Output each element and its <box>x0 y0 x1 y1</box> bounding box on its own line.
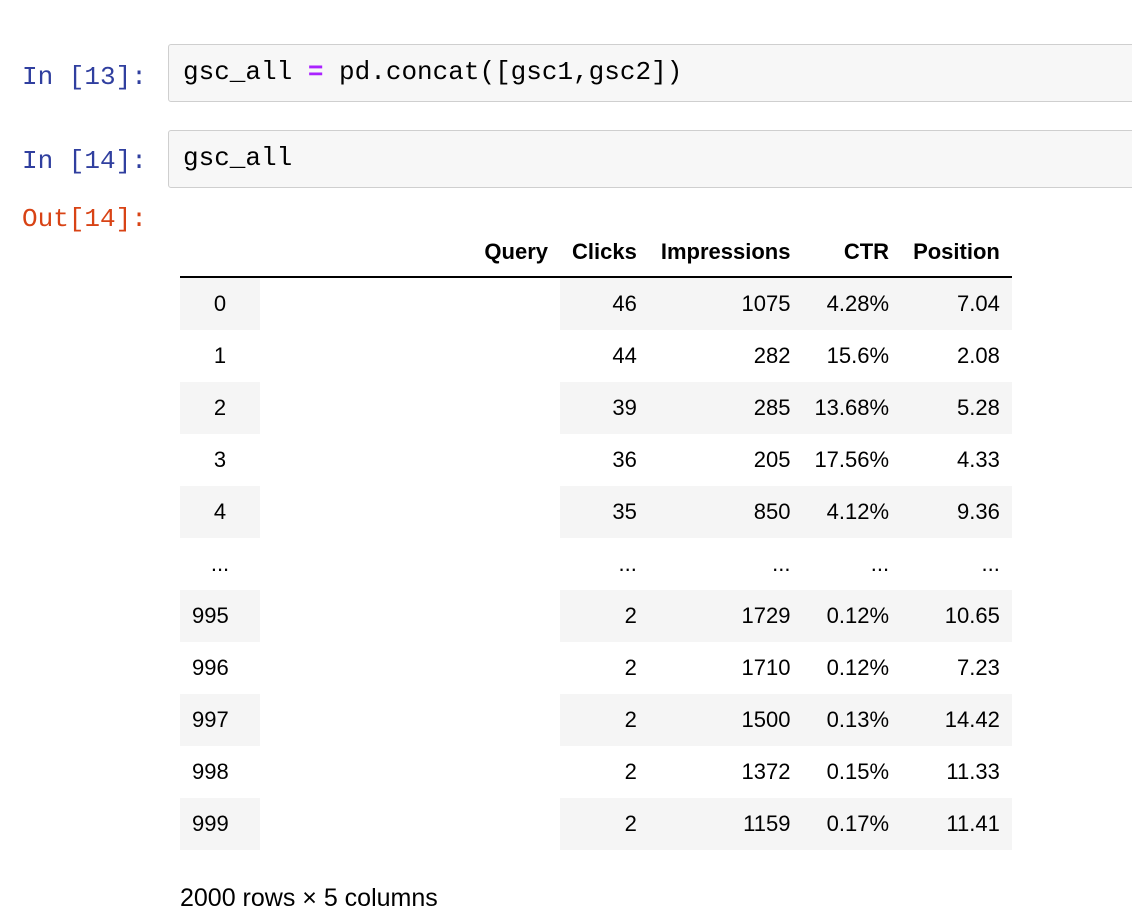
table-row: 0 46 1075 4.28% 7.04 <box>180 277 1012 330</box>
code-text: gsc_all = pd.concat([gsc1,gsc2]) <box>183 57 683 87</box>
cell-clicks: 46 <box>560 277 649 330</box>
cell-position: 10.65 <box>901 590 1012 642</box>
column-header-clicks: Clicks <box>560 228 649 278</box>
code-text: gsc_all <box>183 143 293 173</box>
cell-impressions: 205 <box>753 447 791 472</box>
row-index: ... <box>180 538 260 590</box>
output-prompt-14: Out[14]: <box>22 204 147 234</box>
input-prompt-13: In [13]: <box>22 62 147 92</box>
cell-query <box>260 798 560 850</box>
cell-clicks: ... <box>560 538 649 590</box>
table-row: 996 2 1710 0.12% 7.23 <box>180 642 1012 694</box>
cell-query <box>260 694 560 746</box>
table-row: 1 44 282 15.6% 2.08 <box>180 330 1012 382</box>
row-index: 1 <box>213 343 227 368</box>
cell-position: 4.33 <box>957 447 1000 472</box>
cell-position: 11.33 <box>946 759 1000 784</box>
row-index: 3 <box>213 447 227 472</box>
cell-clicks: 2 <box>624 655 637 680</box>
cell-query <box>260 277 560 330</box>
row-index: 998 <box>192 759 229 784</box>
cell-position: 9.36 <box>901 486 1012 538</box>
cell-ctr: 15.6% <box>826 343 890 368</box>
cell-ctr: 13.68% <box>802 382 902 434</box>
cell-clicks: 2 <box>560 798 649 850</box>
cell-position: 7.23 <box>957 655 1000 680</box>
dataframe-table: Query Clicks Impressions CTR Position 0 4… <box>180 228 1012 850</box>
cell-query <box>260 746 560 798</box>
index-header <box>180 228 260 278</box>
cell-clicks: 44 <box>612 343 637 368</box>
cell-query <box>260 382 560 434</box>
cell-clicks: 2 <box>560 694 649 746</box>
cell-impressions: 285 <box>648 382 803 434</box>
table-row: 4 35 850 4.12% 9.36 <box>180 486 1012 538</box>
row-index: 995 <box>180 590 260 642</box>
cell-ctr: 0.15% <box>826 759 890 784</box>
column-header-ctr: CTR <box>802 228 902 278</box>
cell-ctr: 17.56% <box>814 447 890 472</box>
column-header-impressions: Impressions <box>648 228 803 278</box>
table-row: 998 2 1372 0.15% 11.33 <box>180 746 1012 798</box>
cell-position: 7.04 <box>901 277 1012 330</box>
table-row: 3 36 205 17.56% 4.33 <box>180 434 1012 486</box>
column-header-position: Position <box>901 228 1012 278</box>
cell-impressions: ... <box>648 538 803 590</box>
cell-impressions: 282 <box>753 343 791 368</box>
cell-position: 11.41 <box>901 798 1012 850</box>
table-row: 995 2 1729 0.12% 10.65 <box>180 590 1012 642</box>
cell-clicks: 35 <box>560 486 649 538</box>
cell-query <box>260 538 560 590</box>
cell-impressions: 850 <box>648 486 803 538</box>
row-index: 997 <box>180 694 260 746</box>
cell-ctr: 4.12% <box>802 486 902 538</box>
cell-query <box>260 434 560 486</box>
cell-ctr: 0.12% <box>826 655 890 680</box>
cell-position: 5.28 <box>901 382 1012 434</box>
row-index: 996 <box>192 655 229 680</box>
cell-position: 2.08 <box>957 343 1000 368</box>
cell-clicks: 36 <box>612 447 637 472</box>
assign-operator: = <box>307 57 324 87</box>
cell-clicks: 2 <box>560 590 649 642</box>
cell-impressions: 1075 <box>648 277 803 330</box>
row-index: 2 <box>180 382 260 434</box>
cell-position: ... <box>901 538 1012 590</box>
cell-ctr: 4.28% <box>802 277 902 330</box>
cell-clicks: 2 <box>624 759 637 784</box>
cell-ctr: 0.17% <box>802 798 902 850</box>
row-index: 4 <box>180 486 260 538</box>
table-row: 2 39 285 13.68% 5.28 <box>180 382 1012 434</box>
table-row: ............... <box>180 538 1012 590</box>
cell-impressions: 1729 <box>648 590 803 642</box>
cell-ctr: ... <box>802 538 902 590</box>
cell-query <box>260 486 560 538</box>
column-header-query: Query <box>260 228 560 278</box>
code-cell-13[interactable]: gsc_all = pd.concat([gsc1,gsc2]) <box>168 44 1132 102</box>
cell-query <box>260 330 560 382</box>
table-row: 997 2 1500 0.13% 14.42 <box>180 694 1012 746</box>
cell-impressions: 1159 <box>648 798 803 850</box>
cell-clicks: 39 <box>560 382 649 434</box>
row-index: 999 <box>180 798 260 850</box>
cell-impressions: 1372 <box>741 759 791 784</box>
cell-position: 14.42 <box>901 694 1012 746</box>
cell-ctr: 0.12% <box>802 590 902 642</box>
cell-query <box>260 590 560 642</box>
cell-impressions: 1710 <box>741 655 791 680</box>
cell-ctr: 0.13% <box>802 694 902 746</box>
cell-impressions: 1500 <box>648 694 803 746</box>
table-shape-caption: 2000 rows × 5 columns <box>180 884 438 912</box>
cell-query <box>260 642 560 694</box>
code-cell-14[interactable]: gsc_all <box>168 130 1132 188</box>
input-prompt-14: In [14]: <box>22 146 147 176</box>
table-header-row: Query Clicks Impressions CTR Position <box>180 228 1012 278</box>
table-row: 999 2 1159 0.17% 11.41 <box>180 798 1012 850</box>
row-index: 0 <box>180 277 260 330</box>
